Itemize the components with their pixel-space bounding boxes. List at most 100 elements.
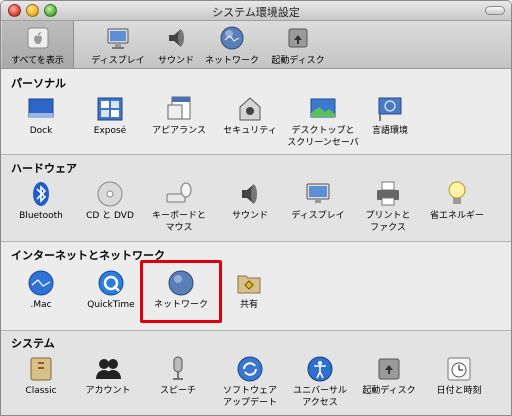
- pane-software-update[interactable]: ソフトウェア アップデート: [215, 355, 285, 409]
- pane-keyboard-mouse[interactable]: キーボードと マウス: [147, 180, 211, 234]
- lightbulb-icon: [448, 181, 466, 204]
- pane-international[interactable]: 言語環境: [363, 95, 417, 137]
- toolbar-display-label: ディスプレイ: [91, 56, 145, 66]
- pane-security[interactable]: セキュリティ: [219, 95, 281, 137]
- accounts-icon: [96, 359, 121, 379]
- dotmac-globe-icon: [28, 270, 54, 296]
- toolbar-startup-disk-label: 起動ディスク: [271, 56, 325, 66]
- security-house-icon: [239, 97, 261, 121]
- pane-dotmac-label: .Mac: [30, 300, 52, 310]
- pane-desktop-screensaver[interactable]: デスクトップと スクリーンセーバ: [283, 95, 363, 149]
- show-all-label: すべてを表示: [11, 56, 64, 66]
- toolbar-startup-disk[interactable]: 起動ディスク: [266, 21, 330, 68]
- pane-dock[interactable]: Dock: [19, 95, 63, 137]
- section-title-hardware: ハードウェア: [11, 162, 77, 175]
- title-bar: システム環境設定: [1, 1, 511, 21]
- pane-universal-access-label-line1: ユニバーサル: [293, 386, 347, 396]
- pane-classic[interactable]: Classic: [19, 355, 63, 397]
- system-preferences-window: システム環境設定 すべてを表示 ディスプレイ サウンド ネットワーク 起動ディス…: [0, 0, 512, 416]
- pane-dotmac[interactable]: .Mac: [19, 269, 63, 311]
- pane-date-time-label: 日付と時刻: [436, 386, 482, 396]
- toolbar-sound[interactable]: サウンド: [152, 21, 200, 68]
- network-highlight-box: [140, 260, 222, 323]
- pane-desktop-label-line2: スクリーンセーバ: [287, 138, 359, 148]
- pane-cd-dvd-label: CD と DVD: [86, 211, 134, 221]
- pane-universal-access-label-line2: アクセス: [302, 398, 338, 408]
- pane-desktop-label-line1: デスクトップと: [291, 126, 355, 136]
- pane-energy-saver[interactable]: 省エネルギー: [425, 180, 489, 222]
- pane-speech[interactable]: スピーチ: [155, 355, 201, 397]
- toolbar: すべてを表示 ディスプレイ サウンド ネットワーク 起動ディスク: [1, 21, 511, 69]
- pane-displays[interactable]: ディスプレイ: [285, 180, 351, 222]
- sharing-folder-icon: [237, 275, 261, 294]
- pane-appearance[interactable]: アピアランス: [147, 95, 211, 137]
- pane-print-fax[interactable]: プリントと ファクス: [361, 180, 415, 234]
- un-flag-icon: [378, 97, 402, 121]
- pane-sharing-label: 共有: [239, 300, 258, 310]
- pane-speech-label: スピーチ: [159, 386, 196, 396]
- pane-startup-disk-label: 起動ディスク: [362, 386, 416, 396]
- cd-dvd-icon: [97, 181, 123, 207]
- pane-accounts[interactable]: アカウント: [83, 355, 133, 397]
- classic-icon: [30, 357, 52, 381]
- appearance-icon: [167, 96, 191, 120]
- quicktime-icon: [98, 270, 124, 296]
- pane-expose[interactable]: Exposé: [87, 95, 133, 137]
- pane-sharing[interactable]: 共有: [227, 269, 271, 311]
- pane-dock-label: Dock: [29, 126, 53, 136]
- printer-icon: [377, 181, 399, 206]
- universal-access-icon: [307, 356, 333, 382]
- toolbar-display[interactable]: ディスプレイ: [87, 21, 149, 68]
- bluetooth-icon: [33, 182, 49, 206]
- pane-bluetooth-label: Bluetooth: [19, 211, 63, 221]
- pane-displays-label: ディスプレイ: [291, 211, 345, 221]
- window-title: システム環境設定: [212, 6, 300, 19]
- pane-print-label-line2: ファクス: [370, 223, 406, 233]
- pane-appearance-label: アピアランス: [152, 126, 206, 136]
- speaker-icon: [242, 184, 257, 204]
- pane-software-update-label-line2: アップデート: [222, 398, 277, 408]
- pane-quicktime-label: QuickTime: [87, 300, 135, 310]
- expose-icon: [97, 97, 123, 121]
- toolbar-toggle-button[interactable]: [485, 6, 505, 15]
- pane-security-label: セキュリティ: [223, 126, 277, 136]
- toolbar-network-label: ネットワーク: [204, 56, 259, 66]
- pane-bluetooth[interactable]: Bluetooth: [15, 180, 67, 222]
- pane-quicktime[interactable]: QuickTime: [83, 269, 139, 311]
- microphone-icon: [173, 356, 183, 380]
- toolbar-sound-label: サウンド: [157, 56, 194, 66]
- pane-accounts-label: アカウント: [85, 386, 131, 396]
- keyboard-mouse-icon: [166, 182, 192, 203]
- section-hardware: ハードウェア Bluetooth CD と DVD キーボードと マウス サウン…: [1, 155, 511, 241]
- startup-disk-icon: [378, 358, 400, 380]
- clock-icon: [447, 357, 471, 381]
- apple-icon: [27, 27, 48, 49]
- section-title-personal: パーソナル: [11, 77, 66, 90]
- display-icon: [107, 28, 129, 49]
- show-all-button[interactable]: すべてを表示: [2, 21, 74, 68]
- section-internet-network: インターネットとネットワーク .Mac QuickTime ネットワーク 共有: [1, 242, 511, 330]
- pane-keyboard-label-line2: マウス: [165, 223, 193, 233]
- toolbar-network[interactable]: ネットワーク: [201, 21, 263, 68]
- pane-sound[interactable]: サウンド: [225, 180, 275, 222]
- pane-keyboard-label-line1: キーボードと: [151, 211, 206, 221]
- network-globe-icon: [220, 26, 244, 50]
- pane-startup-disk[interactable]: 起動ディスク: [357, 355, 421, 397]
- pane-energy-saver-label: 省エネルギー: [429, 211, 484, 221]
- speaker-icon: [169, 29, 184, 47]
- pane-date-time[interactable]: 日付と時刻: [429, 355, 489, 397]
- section-title-system: システム: [11, 337, 55, 350]
- section-personal: パーソナル Dock Exposé アピアランス セキュリティ デスクトップと …: [1, 70, 511, 154]
- pane-print-label-line1: プリントと: [365, 211, 411, 221]
- pane-cd-dvd[interactable]: CD と DVD: [81, 180, 139, 222]
- section-system: システム Classic アカウント スピーチ ソフトウェア アップデート ユニ…: [1, 331, 511, 415]
- dock-icon: [28, 98, 54, 118]
- pane-expose-label: Exposé: [93, 126, 127, 136]
- pane-software-update-label-line1: ソフトウェア: [222, 386, 277, 396]
- software-update-icon: [237, 356, 263, 382]
- pane-international-label: 言語環境: [371, 126, 408, 136]
- pane-classic-label: Classic: [25, 386, 57, 396]
- pane-universal-access[interactable]: ユニバーサル アクセス: [287, 355, 353, 409]
- display-icon: [306, 183, 330, 203]
- startup-disk-icon: [288, 28, 308, 48]
